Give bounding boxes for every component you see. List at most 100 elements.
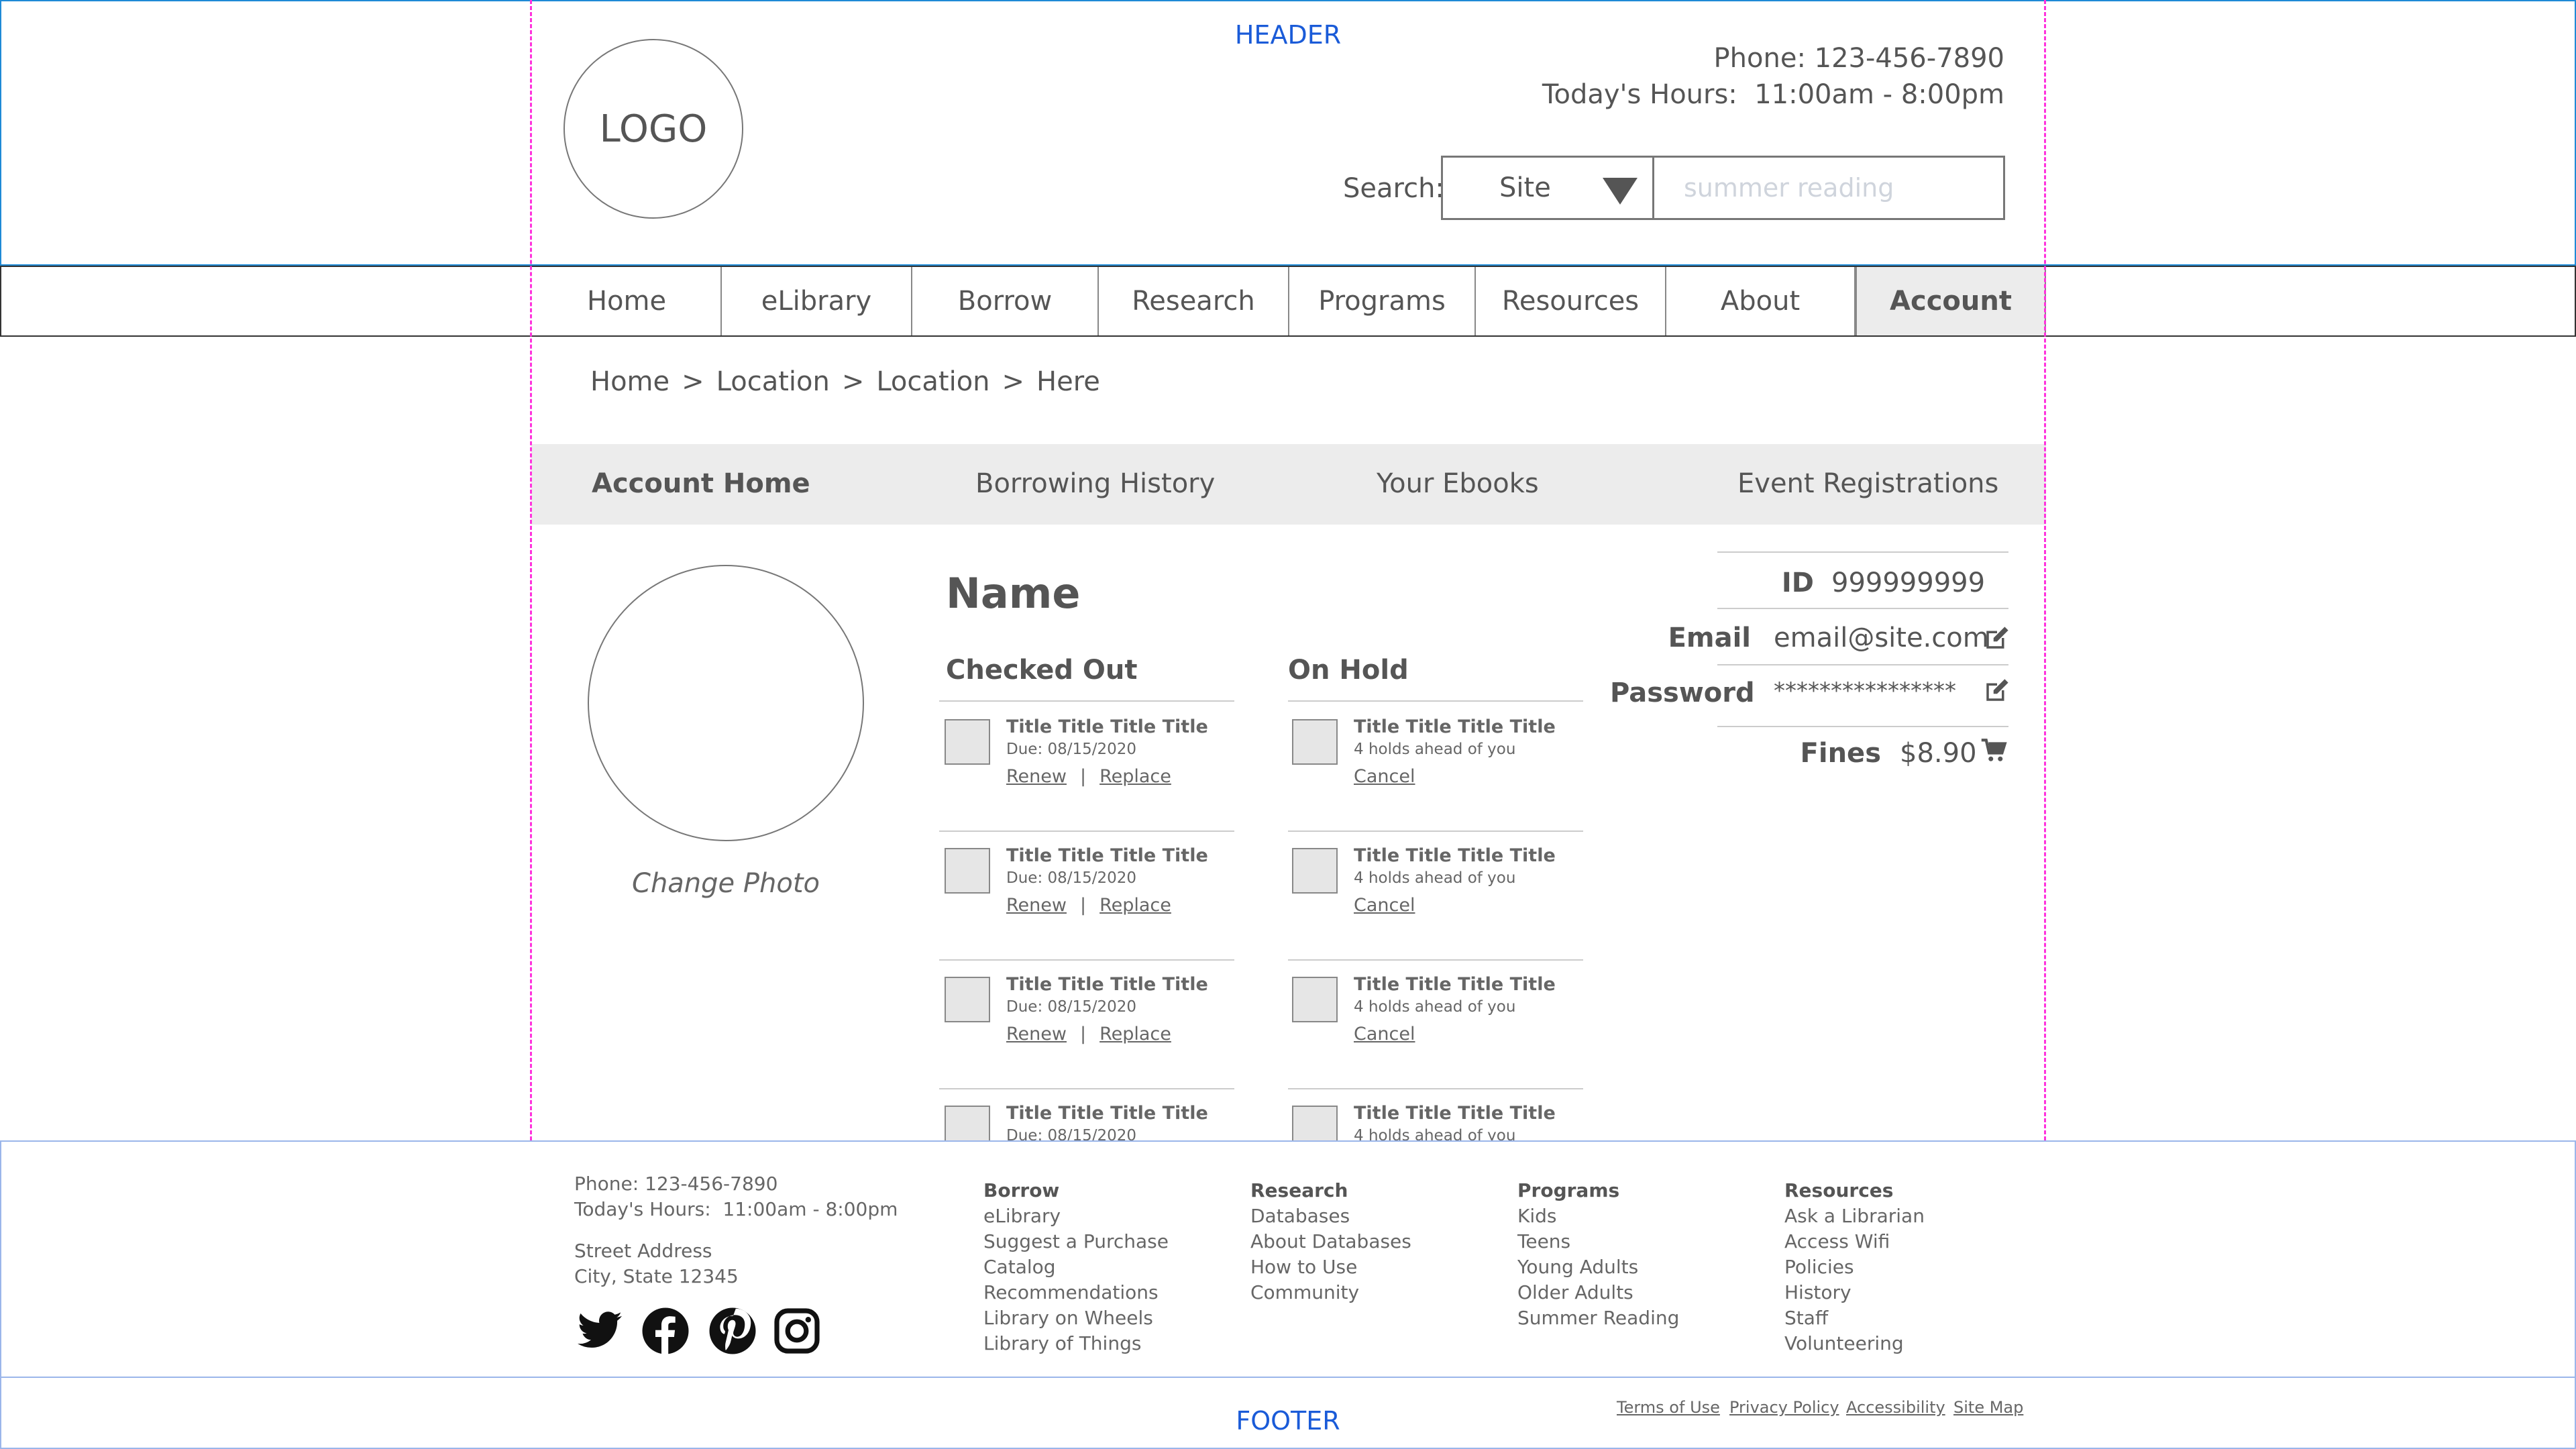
cancel-hold-link[interactable]: Cancel <box>1354 895 1415 916</box>
book-thumbnail <box>945 977 990 1022</box>
change-photo-link[interactable]: Change Photo <box>588 868 864 899</box>
link-separator: | <box>1079 1024 1087 1044</box>
nav-item-research[interactable]: Research <box>1099 267 1289 335</box>
footer-link[interactable]: About Databases <box>1250 1230 1411 1252</box>
footer-link[interactable]: eLibrary <box>983 1205 1061 1227</box>
divider <box>1717 726 2008 727</box>
breadcrumb-separator: > <box>682 366 704 397</box>
edit-email-icon[interactable] <box>1983 624 2011 652</box>
id-value: 999999999 <box>1831 568 1986 598</box>
replace-link[interactable]: Replace <box>1099 766 1171 787</box>
nav-item-home[interactable]: Home <box>533 267 722 335</box>
item-title[interactable]: Title Title Title Title <box>1354 974 1556 995</box>
site-map-link[interactable]: Site Map <box>1953 1398 2023 1417</box>
item-title[interactable]: Title Title Title Title <box>1006 974 1208 995</box>
pinterest-icon[interactable] <box>708 1307 757 1355</box>
privacy-policy-link[interactable]: Privacy Policy <box>1729 1398 1839 1417</box>
footer-link[interactable]: Catalog <box>983 1256 1056 1278</box>
divider <box>1288 830 1583 832</box>
nav-item-borrow[interactable]: Borrow <box>912 267 1099 335</box>
footer-link[interactable]: Library of Things <box>983 1332 1141 1354</box>
footer-heading-research: Research <box>1250 1179 1348 1201</box>
replace-link[interactable]: Replace <box>1099 895 1171 916</box>
item-title[interactable]: Title Title Title Title <box>1354 1103 1556 1124</box>
item-title[interactable]: Title Title Title Title <box>1354 845 1556 866</box>
tab-account-home[interactable]: Account Home <box>592 468 810 499</box>
item-title[interactable]: Title Title Title Title <box>1006 716 1208 737</box>
footer-link[interactable]: Kids <box>1517 1205 1557 1227</box>
nav-item-programs[interactable]: Programs <box>1289 267 1476 335</box>
search-input[interactable] <box>1652 156 2005 220</box>
twitter-icon[interactable] <box>576 1307 624 1355</box>
breadcrumb: Home > Location > Location > Here <box>590 366 1100 397</box>
footer-link[interactable]: Staff <box>1784 1307 1828 1329</box>
footer-link[interactable]: Summer Reading <box>1517 1307 1679 1329</box>
item-title[interactable]: Title Title Title Title <box>1006 845 1208 866</box>
footer-link[interactable]: Policies <box>1784 1256 1854 1278</box>
hold-status: 4 holds ahead of you <box>1354 998 1516 1016</box>
footer-street: Street Address <box>574 1240 712 1262</box>
logo[interactable]: LOGO <box>564 39 743 219</box>
divider <box>939 1088 1234 1089</box>
book-thumbnail <box>945 719 990 765</box>
footer-link[interactable]: Young Adults <box>1517 1256 1638 1278</box>
footer-link[interactable]: Databases <box>1250 1205 1350 1227</box>
tab-borrowing-history[interactable]: Borrowing History <box>975 468 1215 499</box>
divider <box>1717 664 2008 665</box>
nav-item-elibrary[interactable]: eLibrary <box>722 267 912 335</box>
breadcrumb-separator: > <box>1002 366 1025 397</box>
hold-status: 4 holds ahead of you <box>1354 741 1516 758</box>
header-phone: Phone: 123-456-7890 <box>1713 43 2004 74</box>
renew-link[interactable]: Renew <box>1006 1024 1067 1044</box>
email-value: email@site.com <box>1774 623 1989 653</box>
renew-link[interactable]: Renew <box>1006 766 1067 787</box>
accessibility-link[interactable]: Accessibility <box>1846 1398 1945 1417</box>
link-separator: | <box>1079 766 1087 787</box>
footer-link[interactable]: History <box>1784 1281 1851 1303</box>
breadcrumb-item[interactable]: Location <box>876 366 989 397</box>
divider <box>1288 1088 1583 1089</box>
edit-password-icon[interactable] <box>1983 676 2011 704</box>
item-title[interactable]: Title Title Title Title <box>1354 716 1556 737</box>
footer-link[interactable]: Teens <box>1517 1230 1570 1252</box>
search-scope-value: Site <box>1499 172 1551 203</box>
search-scope-select[interactable]: Site <box>1441 156 1654 220</box>
nav-item-account[interactable]: Account <box>1856 267 2046 335</box>
replace-link[interactable]: Replace <box>1099 1024 1171 1044</box>
breadcrumb-item[interactable]: Location <box>716 366 830 397</box>
footer-link[interactable]: Library on Wheels <box>983 1307 1153 1329</box>
id-label: ID <box>1781 568 1814 598</box>
nav-item-resources[interactable]: Resources <box>1476 267 1666 335</box>
footer-link[interactable]: Community <box>1250 1281 1359 1303</box>
pay-fines-cart-icon[interactable] <box>1980 737 2008 765</box>
password-value: **************** <box>1774 678 1956 704</box>
breadcrumb-item[interactable]: Home <box>590 366 669 397</box>
footer-city: City, State 12345 <box>574 1265 739 1287</box>
facebook-icon[interactable] <box>641 1307 690 1355</box>
book-thumbnail <box>1292 719 1338 765</box>
nav-item-about[interactable]: About <box>1666 267 1856 335</box>
footer-link[interactable]: How to Use <box>1250 1256 1357 1278</box>
item-title[interactable]: Title Title Title Title <box>1006 1103 1208 1124</box>
footer-link[interactable]: Access Wifi <box>1784 1230 1890 1252</box>
cancel-hold-link[interactable]: Cancel <box>1354 1024 1415 1044</box>
terms-of-use-link[interactable]: Terms of Use <box>1617 1398 1720 1417</box>
fines-value: $8.90 <box>1900 738 1977 769</box>
on-hold-heading: On Hold <box>1288 655 1409 686</box>
footer-link[interactable]: Recommendations <box>983 1281 1159 1303</box>
footer-link[interactable]: Suggest a Purchase <box>983 1230 1169 1252</box>
tab-event-registrations[interactable]: Event Registrations <box>1737 468 1998 499</box>
item-due-date: Due: 08/15/2020 <box>1006 869 1137 887</box>
book-thumbnail <box>1292 977 1338 1022</box>
footer-link[interactable]: Volunteering <box>1784 1332 1904 1354</box>
tab-your-ebooks[interactable]: Your Ebooks <box>1377 468 1539 499</box>
renew-link[interactable]: Renew <box>1006 895 1067 916</box>
footer-link[interactable]: Ask a Librarian <box>1784 1205 1925 1227</box>
email-label: Email <box>1668 623 1751 653</box>
dropdown-triangle-icon <box>1603 178 1638 205</box>
instagram-icon[interactable] <box>773 1307 821 1355</box>
cancel-hold-link[interactable]: Cancel <box>1354 766 1415 787</box>
footer-heading-resources: Resources <box>1784 1179 1894 1201</box>
password-label: Password <box>1610 678 1755 708</box>
footer-link[interactable]: Older Adults <box>1517 1281 1633 1303</box>
